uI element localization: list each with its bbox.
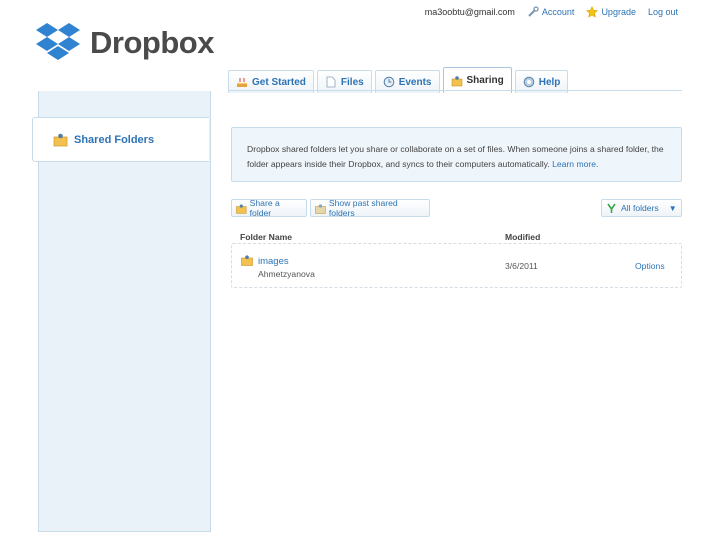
folder-name-link[interactable]: images — [258, 256, 289, 267]
brand-name: Dropbox — [90, 25, 214, 60]
chevron-down-icon: ▼ — [668, 203, 677, 213]
column-header-modified[interactable]: Modified — [505, 232, 540, 242]
account-link[interactable]: Account — [527, 6, 575, 18]
show-past-shared-button[interactable]: Show past shared folders — [310, 198, 430, 218]
cake-icon — [237, 78, 247, 87]
shared-folder-icon — [451, 75, 462, 86]
learn-more-link[interactable]: Learn more. — [552, 159, 598, 169]
folder-owner: Ahmetzyanova — [258, 269, 315, 279]
tab-divider — [228, 90, 682, 91]
folder-filter-dropdown[interactable]: All folders ▼ — [601, 199, 682, 217]
star-icon — [586, 6, 599, 18]
folder-history-icon — [315, 203, 326, 214]
filter-icon — [607, 203, 616, 213]
table-row — [231, 243, 682, 288]
tab-label: Get Started — [252, 76, 306, 88]
clock-icon — [383, 76, 395, 88]
shared-folder-icon — [241, 255, 253, 266]
show-past-label: Show past shared folders — [328, 198, 398, 218]
share-folder-label: Share a folder — [249, 198, 280, 218]
shared-folder-icon — [53, 133, 68, 147]
help-icon — [523, 76, 535, 88]
share-folder-button[interactable]: Share a folder — [231, 198, 307, 218]
upgrade-label: Upgrade — [601, 7, 636, 17]
tab-label: Files — [340, 76, 364, 88]
user-email: ma3oobtu@gmail.com — [424, 7, 515, 17]
upgrade-link[interactable]: Upgrade — [586, 6, 636, 18]
dropbox-box-icon — [36, 23, 80, 60]
info-text: Dropbox shared folders let you share or … — [247, 144, 664, 169]
filter-label: All folders — [621, 203, 659, 213]
file-icon — [326, 76, 336, 88]
account-label: Account — [541, 7, 575, 17]
tab-label: Events — [398, 76, 432, 88]
folder-options-link[interactable]: Options — [635, 261, 665, 271]
logout-link[interactable]: Log out — [648, 7, 678, 17]
folder-modified-date: 3/6/2011 — [505, 261, 538, 271]
account-bar: ma3oobtu@gmail.com Account Upgrade Log o… — [425, 6, 678, 18]
wrench-icon — [528, 6, 539, 17]
logout-label: Log out — [647, 7, 678, 17]
sharing-info: Dropbox shared folders let you share or … — [231, 127, 682, 182]
shared-folder-icon — [236, 204, 247, 214]
dropbox-logo[interactable]: Dropbox — [34, 18, 214, 68]
tab-label: Help — [538, 76, 561, 88]
column-header-folder-name[interactable]: Folder Name — [240, 232, 292, 242]
sidebar-item-label: Shared Folders — [74, 133, 155, 146]
sidebar-item-shared-folders[interactable]: Shared Folders — [32, 117, 209, 162]
tab-label: Sharing — [466, 75, 504, 86]
